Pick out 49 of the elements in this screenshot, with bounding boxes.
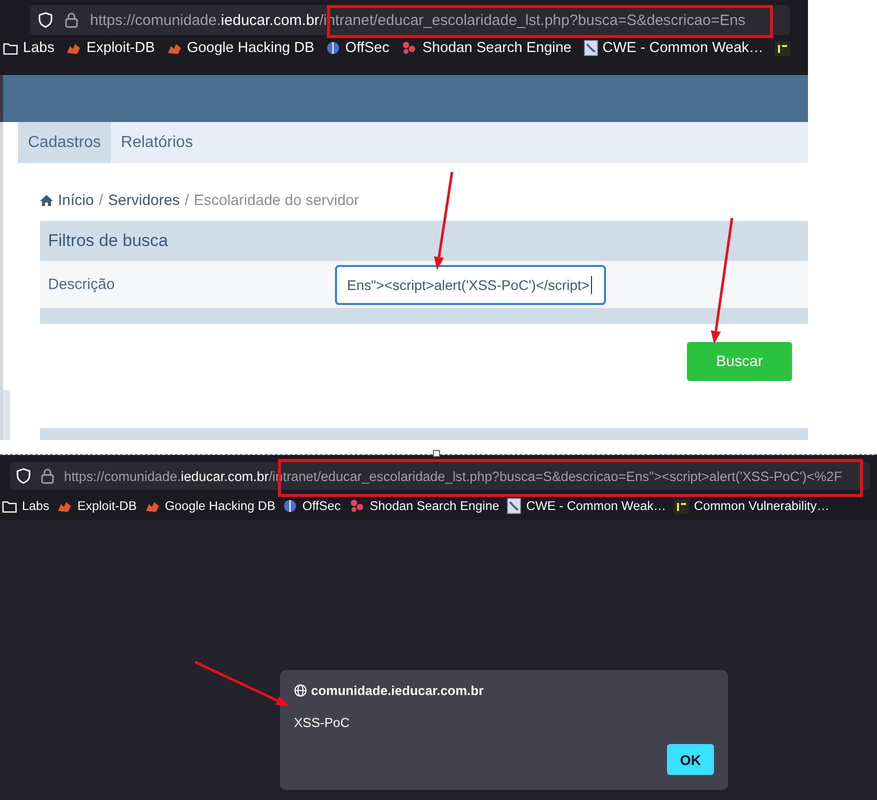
bookmark-item[interactable]: CWE - Common Weak… [507, 498, 666, 514]
menu-tab[interactable]: Cadastros [18, 122, 111, 163]
globe-icon [283, 499, 298, 513]
flame-icon [166, 42, 182, 54]
bookmark-item[interactable]: Google Hacking DB [166, 40, 314, 56]
badge-icon [507, 498, 522, 514]
alert-message: XSS-PoC [294, 715, 351, 730]
bookmark-item[interactable]: Labs [2, 499, 50, 513]
bookmark-item[interactable]: OffSec [326, 40, 390, 56]
bookmark-item[interactable] [775, 40, 790, 56]
square-icon [775, 40, 790, 56]
lock-icon[interactable] [41, 468, 54, 484]
field-label: Descrição [47, 276, 116, 293]
filter-title: Filtros de busca [48, 231, 168, 251]
breadcrumb-current: Escolaridade do servidor [194, 192, 359, 208]
badge-icon [584, 40, 598, 56]
bookmark-item[interactable]: Common Vulnerability… [674, 498, 830, 514]
bookmark-item[interactable]: Google Hacking DB [144, 499, 276, 513]
bookmark-item[interactable]: CWE - Common Weak… [584, 40, 764, 56]
menu-tab[interactable]: Relatórios [110, 122, 203, 163]
circles-icon [348, 499, 365, 513]
bookmark-item[interactable]: OffSec [283, 499, 341, 513]
bookmark-item[interactable]: Shodan Search Engine [401, 40, 572, 56]
ok-button[interactable]: OK [667, 744, 714, 775]
bookmark-item[interactable]: Exploit-DB [57, 499, 137, 513]
flame-icon [144, 500, 160, 512]
flame-icon [57, 500, 72, 512]
folder-icon [2, 500, 17, 512]
breadcrumb-separator: / [184, 192, 189, 208]
alert-origin: comunidade.ieducar.com.br [311, 683, 484, 698]
flame-icon [66, 42, 82, 54]
folder-icon [3, 42, 18, 54]
lock-icon[interactable] [65, 12, 78, 28]
square-icon [674, 498, 689, 514]
shield-icon[interactable] [38, 12, 53, 28]
globe-icon [294, 684, 307, 697]
resize-handle[interactable] [433, 450, 440, 457]
bookmark-item[interactable]: Shodan Search Engine [348, 499, 500, 513]
bookmark-item[interactable]: Exploit-DB [66, 40, 155, 56]
breadcrumb-link[interactable]: Início [40, 192, 94, 208]
home-icon [40, 194, 53, 206]
breadcrumb-separator: / [98, 192, 104, 208]
circles-icon [401, 41, 418, 55]
shield-icon[interactable] [16, 468, 31, 484]
bookmark-item[interactable]: Labs [3, 40, 54, 56]
input-field[interactable]: Ens"><script>alert('XSS-PoC')</script> [335, 264, 606, 304]
side-panel [3, 390, 10, 440]
breadcrumb-link[interactable]: Servidores [108, 192, 180, 208]
globe-icon [326, 41, 340, 55]
